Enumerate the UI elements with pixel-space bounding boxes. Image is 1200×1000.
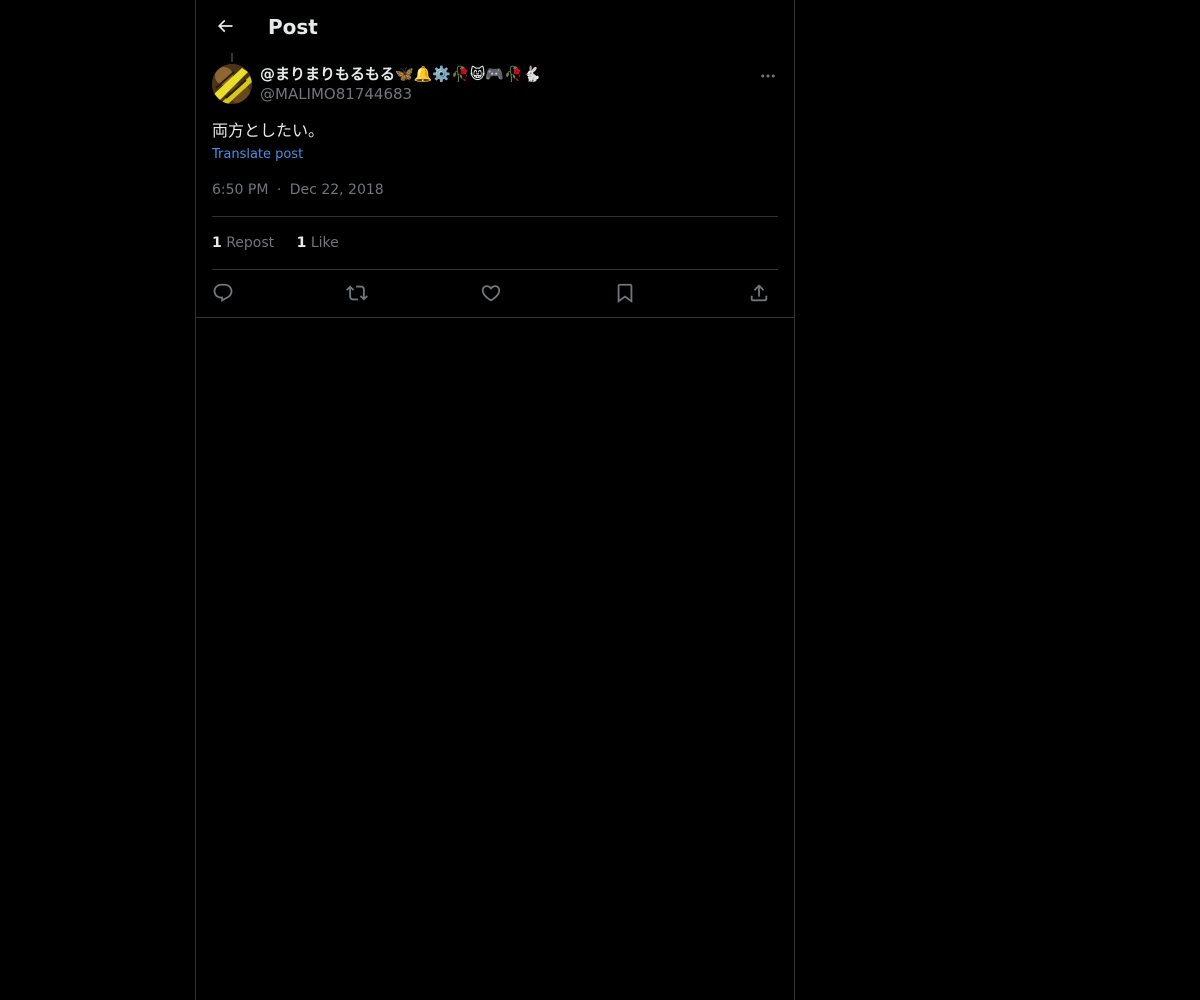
repost-button[interactable] [342, 278, 372, 308]
post-timestamp[interactable]: 6:50 PM · Dec 22, 2018 [212, 180, 384, 200]
reposts-count: 1 [212, 235, 222, 251]
avatar[interactable] [212, 64, 252, 104]
more-horizontal-icon [761, 74, 775, 78]
post-actions-bar [212, 278, 778, 308]
author-info: @まりまりもるもる🦋🔔⚙️🥀😸🎮🥀🐇 @MALIMO81744683 [260, 64, 720, 104]
post-date: Dec 22, 2018 [289, 182, 384, 198]
likes-count: 1 [296, 235, 307, 251]
page-header: Post [196, 0, 794, 53]
meta-separator: · [276, 182, 282, 198]
like-button[interactable] [476, 278, 506, 308]
author-handle[interactable]: @MALIMO81744683 [260, 84, 720, 104]
post-stats: 1 Repost 1 Like [212, 233, 357, 253]
divider-bottom [212, 269, 778, 270]
post-time: 6:50 PM [212, 182, 269, 198]
translate-post-link[interactable]: Translate post [212, 145, 303, 165]
post-text: 両方としたい。 [212, 121, 325, 140]
likes-label: Like [310, 235, 339, 251]
author-display-name[interactable]: @まりまりもるもる🦋🔔⚙️🥀😸🎮🥀🐇 [260, 64, 720, 84]
arrow-left-icon [217, 19, 233, 33]
likes-stat[interactable]: 1 Like [297, 235, 339, 251]
more-options-button[interactable] [756, 64, 780, 88]
repost-icon [346, 285, 368, 301]
page-title: Post [268, 15, 318, 39]
main-column: Post @まりまりもるもる🦋🔔⚙️🥀😸🎮🥀🐇 @MALIMO81744683 … [195, 0, 795, 1000]
reply-icon [213, 283, 233, 302]
divider-top [212, 216, 778, 217]
share-button[interactable] [744, 278, 774, 308]
bookmark-icon [617, 283, 633, 304]
post-bottom-border [196, 317, 794, 318]
thread-connector-line [231, 53, 233, 62]
heart-icon [481, 285, 501, 302]
share-icon [750, 284, 768, 302]
reposts-stat[interactable]: 1 Repost [212, 235, 279, 251]
back-button[interactable] [208, 9, 242, 43]
bookmark-button[interactable] [610, 278, 640, 308]
reply-button[interactable] [208, 278, 238, 308]
reposts-label: Repost [226, 235, 275, 251]
